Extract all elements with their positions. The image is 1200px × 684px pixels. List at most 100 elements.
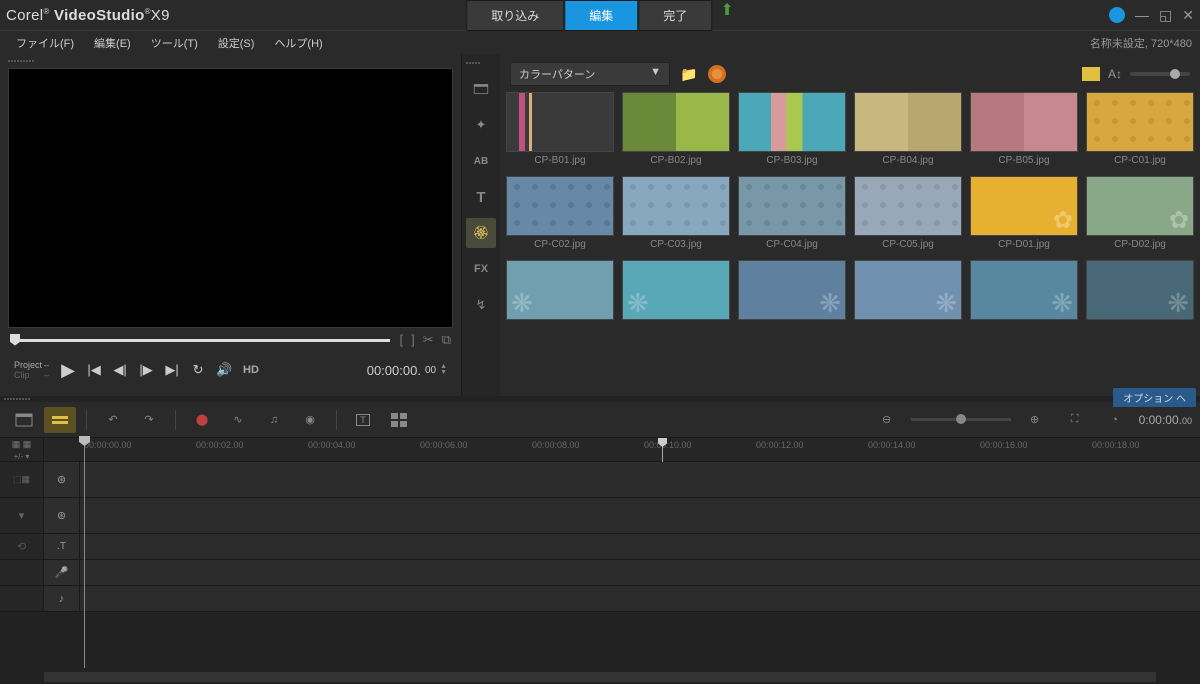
library-thumbnail[interactable]: CP-C02.jpg xyxy=(506,176,614,256)
tab-share[interactable]: 完了 xyxy=(638,0,712,31)
playhead[interactable] xyxy=(84,438,85,668)
transport-controls: Project– Clip– ▶ |◀ ◀| |▶ ▶| ↻ 🔊 HD 00:0… xyxy=(6,350,455,390)
subtitle-button[interactable]: T xyxy=(347,407,379,433)
timeline-scrollbar[interactable] xyxy=(0,670,1200,684)
menu-file[interactable]: ファイル(F) xyxy=(8,32,82,54)
library-thumbnail[interactable]: CP-B02.jpg xyxy=(622,92,730,172)
storyboard-view-button[interactable] xyxy=(8,407,40,433)
library-thumbnail[interactable]: CP-B01.jpg xyxy=(506,92,614,172)
libtab-graphic[interactable]: 🏵 xyxy=(466,218,496,248)
tab-capture[interactable]: 取り込み xyxy=(466,0,564,31)
title-track[interactable]: ⟲ .T xyxy=(0,534,1200,560)
video-track-1[interactable]: ⬚▦ ⊛ xyxy=(0,462,1200,498)
libtab-transition[interactable]: AB xyxy=(466,146,496,176)
library-thumbnail[interactable]: CP-C03.jpg xyxy=(622,176,730,256)
library-thumbnail[interactable]: CP-B03.jpg xyxy=(738,92,846,172)
library-thumbnail[interactable]: CP-C01.jpg xyxy=(1086,92,1194,172)
libtab-instant[interactable]: ✦ xyxy=(466,110,496,140)
ruler-gutter[interactable]: ▦ ▦ +/- ▾ xyxy=(0,438,44,461)
library-thumbnail[interactable] xyxy=(1086,260,1194,329)
next-frame-button[interactable]: |▶ xyxy=(135,359,157,381)
timeline-zoom-slider[interactable] xyxy=(911,418,1011,421)
folder-icon[interactable]: 📁 xyxy=(678,63,700,85)
close-button[interactable]: ✕ xyxy=(1182,7,1194,24)
library-thumbnail[interactable] xyxy=(738,260,846,329)
hd-badge[interactable]: HD xyxy=(243,364,259,376)
panel-grip[interactable] xyxy=(6,60,455,66)
prev-frame-button[interactable]: ◀| xyxy=(109,359,131,381)
library-thumbnail[interactable]: CP-D01.jpg xyxy=(970,176,1078,256)
ruler-tick: 00:00:00.00 xyxy=(84,440,132,450)
redo-button[interactable]: ↷ xyxy=(133,407,165,433)
multicam-button[interactable] xyxy=(383,407,415,433)
audio-mixer-button[interactable]: ∿ xyxy=(222,407,254,433)
view-thumbnail-button[interactable] xyxy=(1082,67,1100,81)
zoom-out-button[interactable]: ⊖ xyxy=(871,407,903,433)
sort-button[interactable]: A↕ xyxy=(1108,67,1122,81)
library-thumbnail[interactable]: CP-D02.jpg xyxy=(1086,176,1194,256)
thumbnail-zoom-slider[interactable] xyxy=(1130,72,1190,76)
library-thumbnail[interactable]: CP-C05.jpg xyxy=(854,176,962,256)
motion-button[interactable]: ◉ xyxy=(294,407,326,433)
maximize-button[interactable]: ◱ xyxy=(1159,7,1172,24)
scrub-track[interactable] xyxy=(10,339,390,342)
zoom-in-button[interactable]: ⊕ xyxy=(1019,407,1051,433)
globe-icon[interactable] xyxy=(1109,7,1125,23)
libtab-title[interactable]: T xyxy=(466,182,496,212)
upload-icon[interactable]: ⬆ xyxy=(720,0,733,31)
library-thumbnail[interactable] xyxy=(970,260,1078,329)
library-thumbnail[interactable] xyxy=(506,260,614,329)
minimize-button[interactable]: ― xyxy=(1135,7,1149,23)
library-thumbnail[interactable] xyxy=(854,260,962,329)
ruler-scale[interactable]: 00:00:00.0000:00:02.0000:00:04.0000:00:0… xyxy=(44,438,1200,461)
voice-track[interactable]: 🎤 xyxy=(0,560,1200,586)
undo-button[interactable]: ↶ xyxy=(97,407,129,433)
repeat-button[interactable]: ↻ xyxy=(187,359,209,381)
libtab-path[interactable]: ↯ xyxy=(466,290,496,320)
fit-project-button[interactable]: ⛶ xyxy=(1059,407,1091,433)
preview-timecode[interactable]: 00:00:00.00 ▲▼ xyxy=(367,363,447,378)
menu-edit[interactable]: 編集(E) xyxy=(86,32,139,54)
category-dropdown[interactable]: カラーパターン▼ xyxy=(510,62,670,86)
mark-in-icon[interactable]: [ xyxy=(400,332,404,348)
library-thumbnail[interactable]: CP-C04.jpg xyxy=(738,176,846,256)
expand-icon[interactable]: ⧉ xyxy=(442,332,451,348)
scrub-handle[interactable] xyxy=(10,334,20,346)
options-panel-toggle[interactable]: オプション ヘ xyxy=(1113,388,1196,407)
timeline-view-button[interactable] xyxy=(44,407,76,433)
preview-screen xyxy=(8,68,453,328)
tab-edit[interactable]: 編集 xyxy=(564,0,638,31)
mark-out-icon[interactable]: ] xyxy=(411,332,415,348)
go-end-button[interactable]: ▶| xyxy=(161,359,183,381)
menu-tools[interactable]: ツール(T) xyxy=(143,32,206,54)
mode-labels[interactable]: Project– Clip– xyxy=(14,360,49,380)
playhead-marker[interactable] xyxy=(662,438,663,462)
library-categories: ✦ AB T 🏵 FX ↯ xyxy=(462,54,500,396)
auto-music-button[interactable]: ♫ xyxy=(258,407,290,433)
libtab-media[interactable] xyxy=(466,74,496,104)
track-control[interactable] xyxy=(0,560,44,585)
track-control[interactable]: ▾ xyxy=(0,498,44,533)
overlay-track[interactable]: ▾ ⊛ xyxy=(0,498,1200,534)
library-thumbnail[interactable]: CP-B05.jpg xyxy=(970,92,1078,172)
play-button[interactable]: ▶ xyxy=(57,359,79,381)
volume-button[interactable]: 🔊 xyxy=(213,359,235,381)
track-control[interactable] xyxy=(0,586,44,611)
project-duration-icon[interactable]: ◔ xyxy=(1099,407,1131,433)
title-track-icon: .T xyxy=(44,534,80,559)
music-track[interactable]: ♪ xyxy=(0,586,1200,612)
menu-help[interactable]: ヘルプ(H) xyxy=(266,32,330,54)
music-track-icon: ♪ xyxy=(44,586,80,611)
menu-settings[interactable]: 設定(S) xyxy=(210,32,263,54)
go-start-button[interactable]: |◀ xyxy=(83,359,105,381)
library-thumbnail[interactable] xyxy=(622,260,730,329)
libtab-filter[interactable]: FX xyxy=(466,254,496,284)
library-thumbnail[interactable]: CP-B04.jpg xyxy=(854,92,962,172)
color-wheel-icon[interactable] xyxy=(708,65,726,83)
record-button[interactable]: ⬤ xyxy=(186,407,218,433)
preview-panel: [ ] ✂ ⧉ Project– Clip– ▶ |◀ ◀| |▶ ▶| ↻ 🔊… xyxy=(0,54,461,396)
cut-icon[interactable]: ✂ xyxy=(423,332,434,348)
panel-grip[interactable] xyxy=(462,62,500,68)
track-control[interactable]: ⟲ xyxy=(0,534,44,559)
track-control[interactable]: ⬚▦ xyxy=(0,462,44,497)
